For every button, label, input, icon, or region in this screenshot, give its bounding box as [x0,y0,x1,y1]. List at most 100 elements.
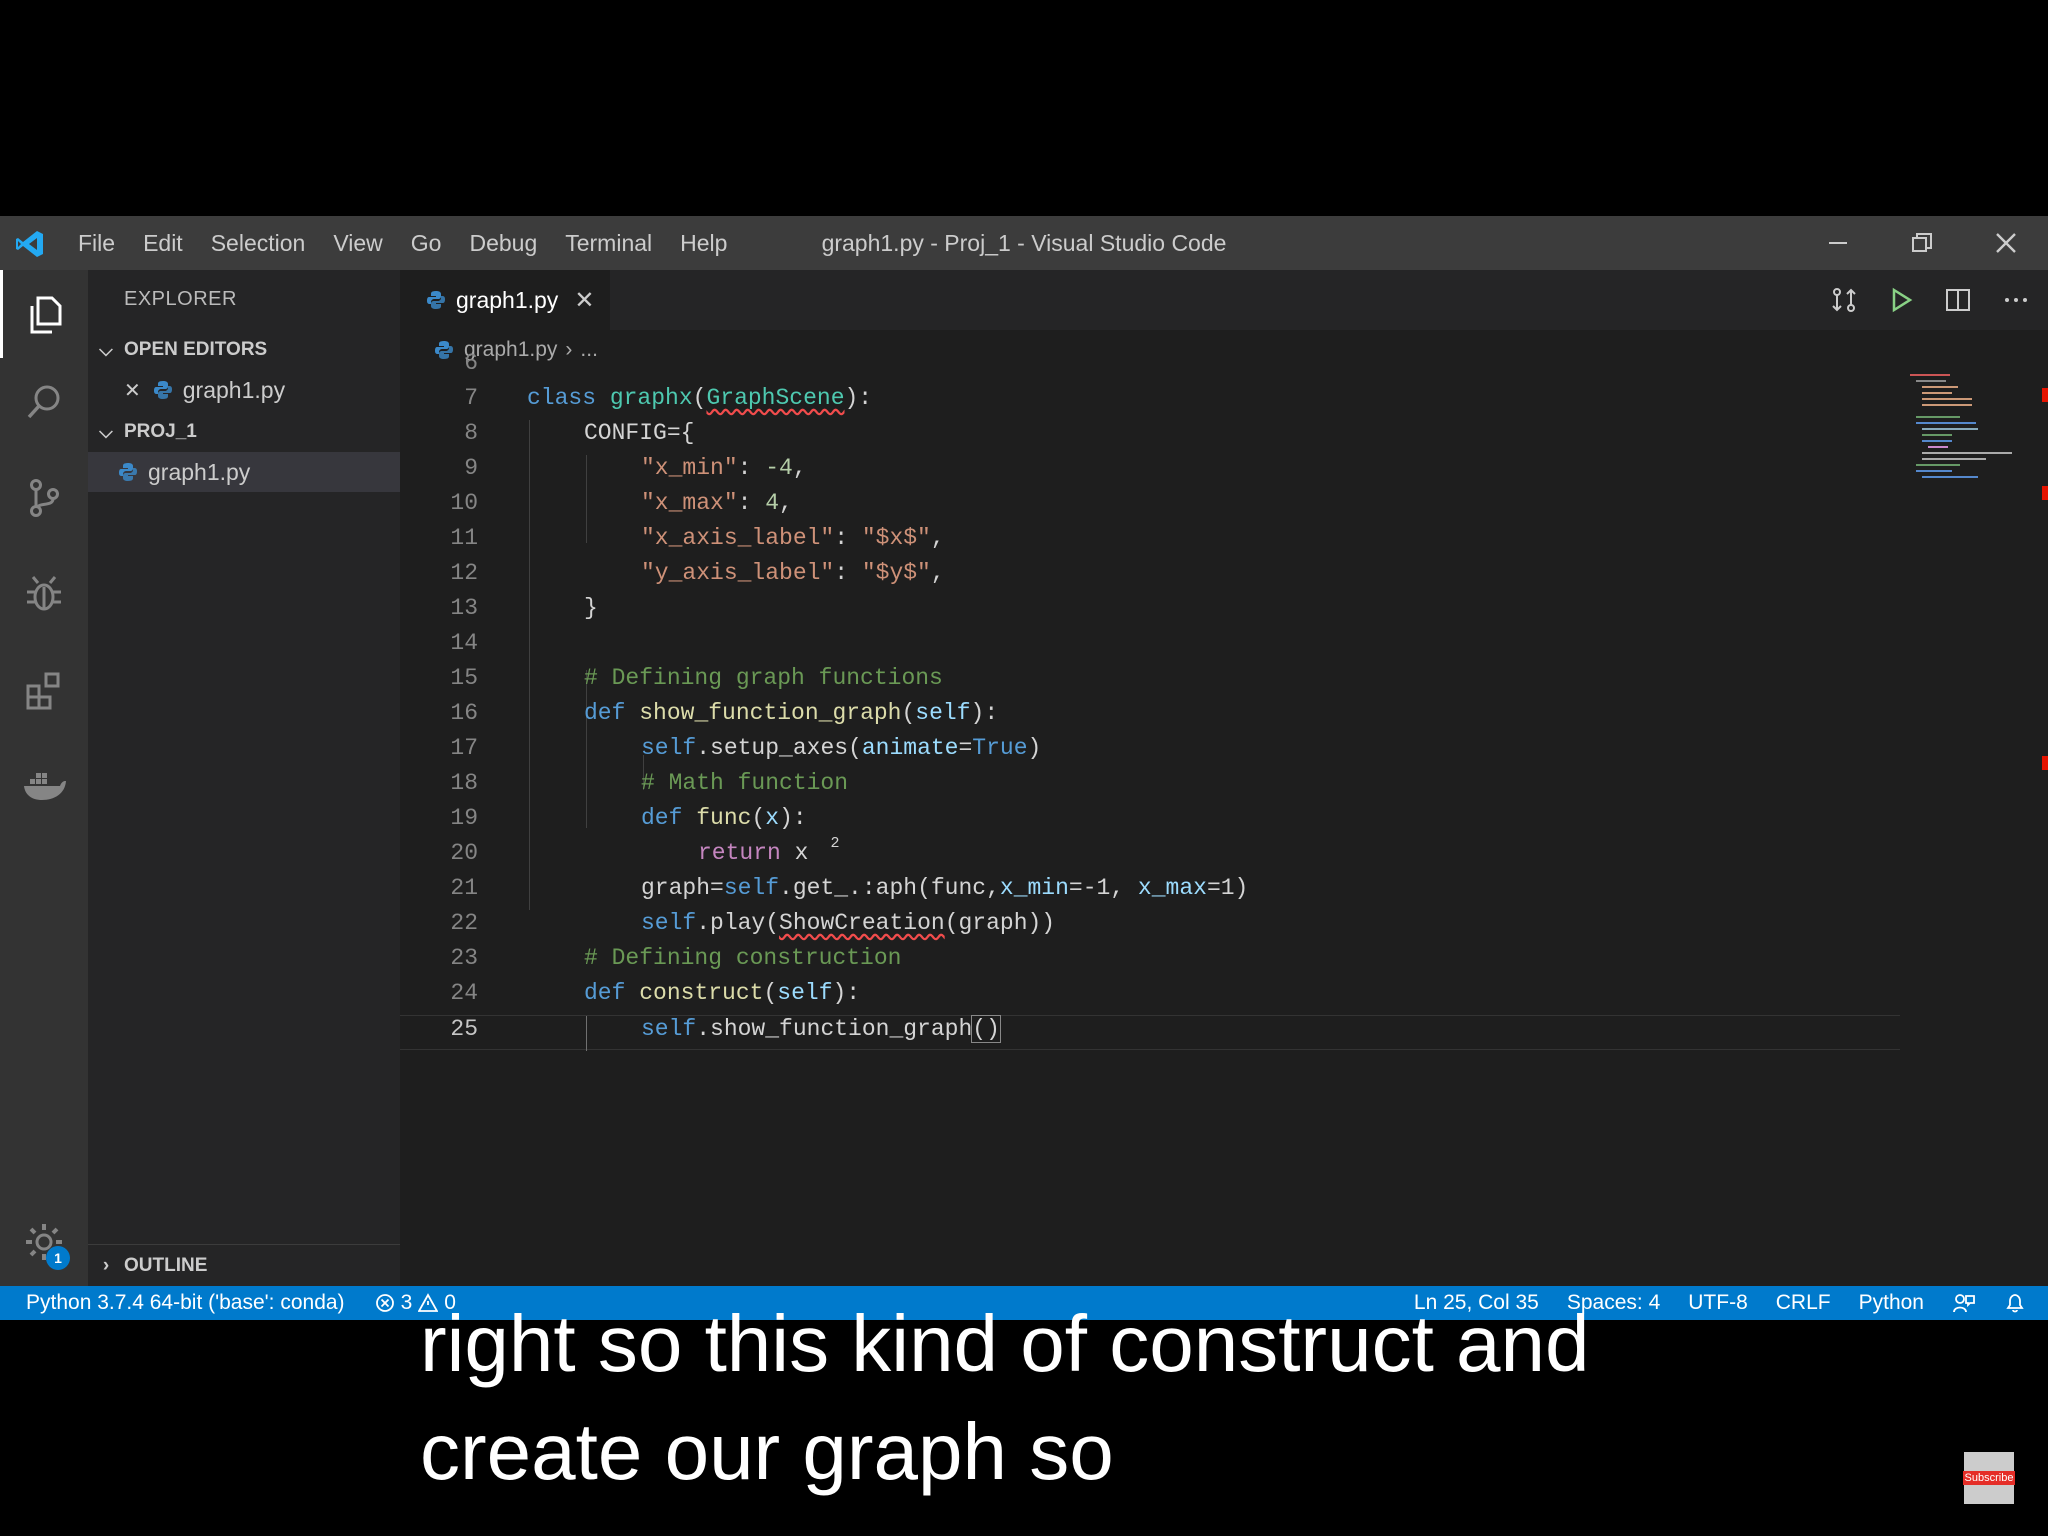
code-text: } [584,595,598,621]
current-code-line: 25 self.show_function_graph() [400,1015,1900,1051]
scrollbar-error-marker [2042,486,2048,500]
code-token: graphx [609,385,693,411]
debug-activity[interactable] [0,550,88,638]
minimize-button[interactable] [1796,216,1880,270]
code-token: =-1, [1068,875,1138,901]
restore-button[interactable] [1880,216,1964,270]
editor-area: graph1.py ✕ graph1.py › ... 6 7class gr [400,270,2048,1286]
code-comment: # Defining graph functions [584,665,943,691]
line-number: 22 [450,910,478,936]
code-token: "x_axis_label" [641,525,835,551]
code-token: self [641,910,697,936]
code-token: =1) [1206,875,1249,901]
minimap[interactable] [1906,370,2026,490]
outline-header[interactable]: › OUTLINE [88,1244,400,1287]
menu-debug[interactable]: Debug [455,230,551,257]
python-file-icon [427,291,445,309]
code-token: GraphScene [706,385,845,411]
tab-close-icon[interactable]: ✕ [574,286,594,315]
title-bar: File Edit Selection View Go Debug Termin… [0,216,2048,270]
source-control-icon [30,479,59,517]
code-line: 24 def construct(self): [400,980,1900,1015]
explorer-sidebar: EXPLORER ⌵ OPEN EDITORS ✕ graph1.py ⌵ PR… [88,270,400,1286]
encoding[interactable]: UTF-8 [1688,1291,1748,1315]
menu-help[interactable]: Help [666,230,741,257]
menu-go[interactable]: Go [397,230,456,257]
menu-terminal[interactable]: Terminal [551,230,666,257]
vscode-logo-icon [16,231,43,257]
code-line: 11 "x_axis_label": "$x$", [400,525,1900,560]
open-editors-label: OPEN EDITORS [124,339,268,360]
chevron-down-icon: ⌵ [99,339,113,360]
project-folder-header[interactable]: ⌵ PROJ_1 [88,412,400,452]
open-editor-item[interactable]: ✕ graph1.py [88,370,400,410]
code-token: "$y$" [861,560,931,586]
file-tree-item[interactable]: graph1.py [88,452,400,492]
more-actions-icon[interactable] [2002,286,2030,314]
language-mode[interactable]: Python [1859,1291,1924,1315]
manage-activity[interactable]: 1 [0,1198,88,1286]
python-interpreter[interactable]: Python 3.7.4 64-bit ('base': conda) [26,1291,345,1315]
settings-badge: 1 [46,1246,70,1270]
bell-icon[interactable] [2004,1292,2026,1314]
explorer-activity[interactable] [0,270,88,358]
extensions-activity[interactable] [0,646,88,734]
line-number: 13 [450,595,478,621]
code-line: 14 [400,630,1900,665]
code-text: self.show_function_graph() [641,1015,1001,1043]
code-token: return [698,840,781,866]
subscribe-button[interactable]: Subscribe [1962,1452,2016,1504]
menu-edit[interactable]: Edit [129,230,197,257]
code-text: "y_axis_label": "$y$", [641,560,945,586]
line-number: 7 [464,385,478,411]
extensions-icon [26,672,60,710]
split-editor-icon[interactable] [1944,286,1972,314]
code-line: 13} [400,595,1900,630]
code-line: 12 "y_axis_label": "$y$", [400,560,1900,595]
menu-selection[interactable]: Selection [197,230,320,257]
line-number: 15 [450,665,478,691]
code-token: : [834,525,862,551]
code-token: .show_function_graph [696,1016,973,1042]
search-activity[interactable] [0,358,88,446]
code-token: def [641,805,683,831]
line-number: 16 [450,700,478,726]
status-left: Python 3.7.4 64-bit ('base': conda) 3 0 [26,1291,456,1315]
feedback-icon[interactable] [1952,1292,1976,1314]
debug-icon [27,576,61,611]
run-icon[interactable] [1888,287,1914,313]
code-token: def [584,980,626,1006]
code-comment: # Math function [641,770,849,796]
code-token: x [780,840,809,866]
compare-changes-icon[interactable] [1830,286,1858,314]
code-text: class graphx(GraphScene): [527,385,872,411]
line-number: 9 [464,455,478,481]
source-control-activity[interactable] [0,454,88,542]
code-token: ): [844,385,873,411]
menu-view[interactable]: View [319,230,396,257]
code-text: "x_axis_label": "$x$", [641,525,945,551]
line-endings[interactable]: CRLF [1776,1291,1831,1315]
close-window-button[interactable] [1964,216,2048,270]
code-token: ( [751,805,766,831]
docker-activity[interactable] [0,742,88,830]
close-icon[interactable]: ✕ [124,378,141,403]
tab-graph1-py[interactable]: graph1.py ✕ [400,270,610,330]
matched-parentheses: () [971,1015,1001,1043]
video-caption: right so this kind of construct and crea… [420,1290,1590,1506]
code-token: ( [692,385,707,411]
code-token: -4 [765,455,793,481]
open-editors-header[interactable]: ⌵ OPEN EDITORS [88,330,400,370]
code-token: def [584,700,626,726]
line-number: 10 [450,490,478,516]
superscript-artifact: 2 [830,835,840,852]
code-token: self [915,700,971,726]
menu-file[interactable]: File [64,230,129,257]
code-token: self [777,980,833,1006]
search-icon [27,385,60,419]
caption-line-1: right so this kind of construct and [420,1299,1590,1388]
code-token: graph= [641,875,724,901]
code-token: self [723,875,780,901]
close-icon [1996,233,2016,253]
code-line: 15 # Defining graph functions [400,665,1900,700]
